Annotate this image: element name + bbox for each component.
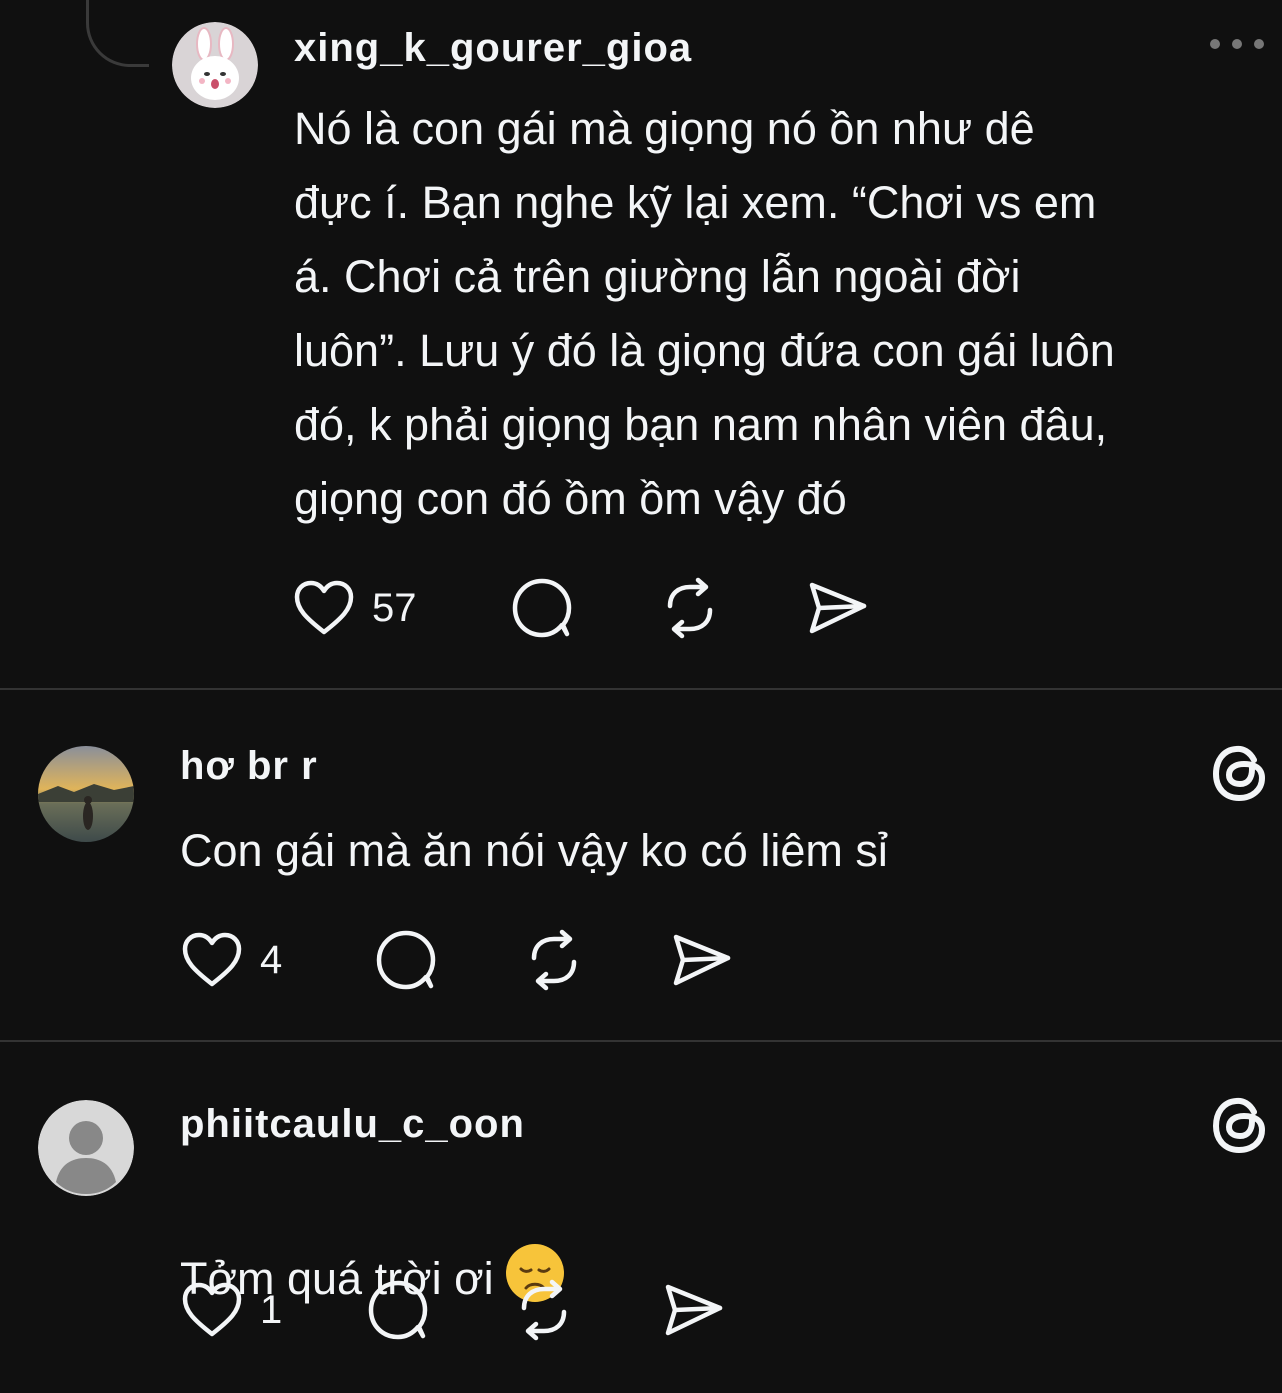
- heart-icon: [182, 1282, 242, 1337]
- heart-icon: [182, 932, 242, 987]
- action-bar: 1: [180, 1278, 780, 1342]
- repost-icon: [531, 929, 577, 991]
- heart-icon: [294, 580, 354, 635]
- avatar[interactable]: [172, 22, 258, 108]
- avatar[interactable]: [38, 1100, 134, 1196]
- more-options-icon[interactable]: [1206, 32, 1268, 56]
- like-count: 57: [372, 585, 417, 630]
- repost-button[interactable]: [522, 928, 586, 992]
- repost-button[interactable]: [512, 1278, 576, 1342]
- like-button[interactable]: 4: [180, 928, 282, 992]
- like-count: 4: [260, 937, 283, 982]
- comment-text: Con gái mà ăn nói vậy ko có liêm sỉ: [180, 825, 888, 876]
- send-icon: [665, 1284, 723, 1336]
- sunset-photo-avatar: [38, 746, 134, 842]
- threads-logo-icon[interactable]: [1206, 1090, 1276, 1160]
- default-user-avatar-icon: [38, 1100, 134, 1196]
- threads-logo-icon[interactable]: [1206, 738, 1276, 808]
- share-button[interactable]: [806, 576, 870, 640]
- action-bar: 57: [292, 576, 892, 640]
- action-bar: 4: [180, 928, 780, 992]
- username[interactable]: phiitcaulu_c_oon: [180, 1102, 525, 1147]
- repost-button[interactable]: [658, 576, 722, 640]
- comment-2: hơ br r Con gái mà ăn nói vậy ko có liêm…: [0, 690, 1282, 1040]
- username[interactable]: hơ br r: [180, 744, 318, 789]
- send-icon: [809, 582, 867, 634]
- repost-icon: [521, 1279, 567, 1341]
- avatar[interactable]: [38, 746, 134, 842]
- send-icon: [673, 934, 731, 986]
- share-button[interactable]: [670, 928, 734, 992]
- comment-text: Nó là con gái mà giọng nó ồn như dê đực …: [294, 103, 1115, 524]
- reply-button[interactable]: [374, 928, 438, 992]
- like-button[interactable]: 57: [292, 576, 417, 640]
- reply-button[interactable]: [510, 576, 574, 640]
- repost-icon: [667, 577, 713, 639]
- bunny-avatar-icon: [172, 22, 258, 108]
- comment-bubble-icon: [512, 578, 572, 638]
- username[interactable]: xing_k_gourer_gioa: [294, 26, 692, 71]
- like-button[interactable]: 1: [180, 1278, 282, 1342]
- like-count: 1: [260, 1287, 283, 1332]
- comment-1: xing_k_gourer_gioa Nó là con gái mà giọn…: [0, 0, 1282, 688]
- comment-3: phiitcaulu_c_oon Tởm quá trời ơi 1: [0, 1042, 1282, 1393]
- comment-bubble-icon: [368, 1280, 428, 1340]
- reply-button[interactable]: [366, 1278, 430, 1342]
- share-button[interactable]: [662, 1278, 726, 1342]
- comment-bubble-icon: [376, 930, 436, 990]
